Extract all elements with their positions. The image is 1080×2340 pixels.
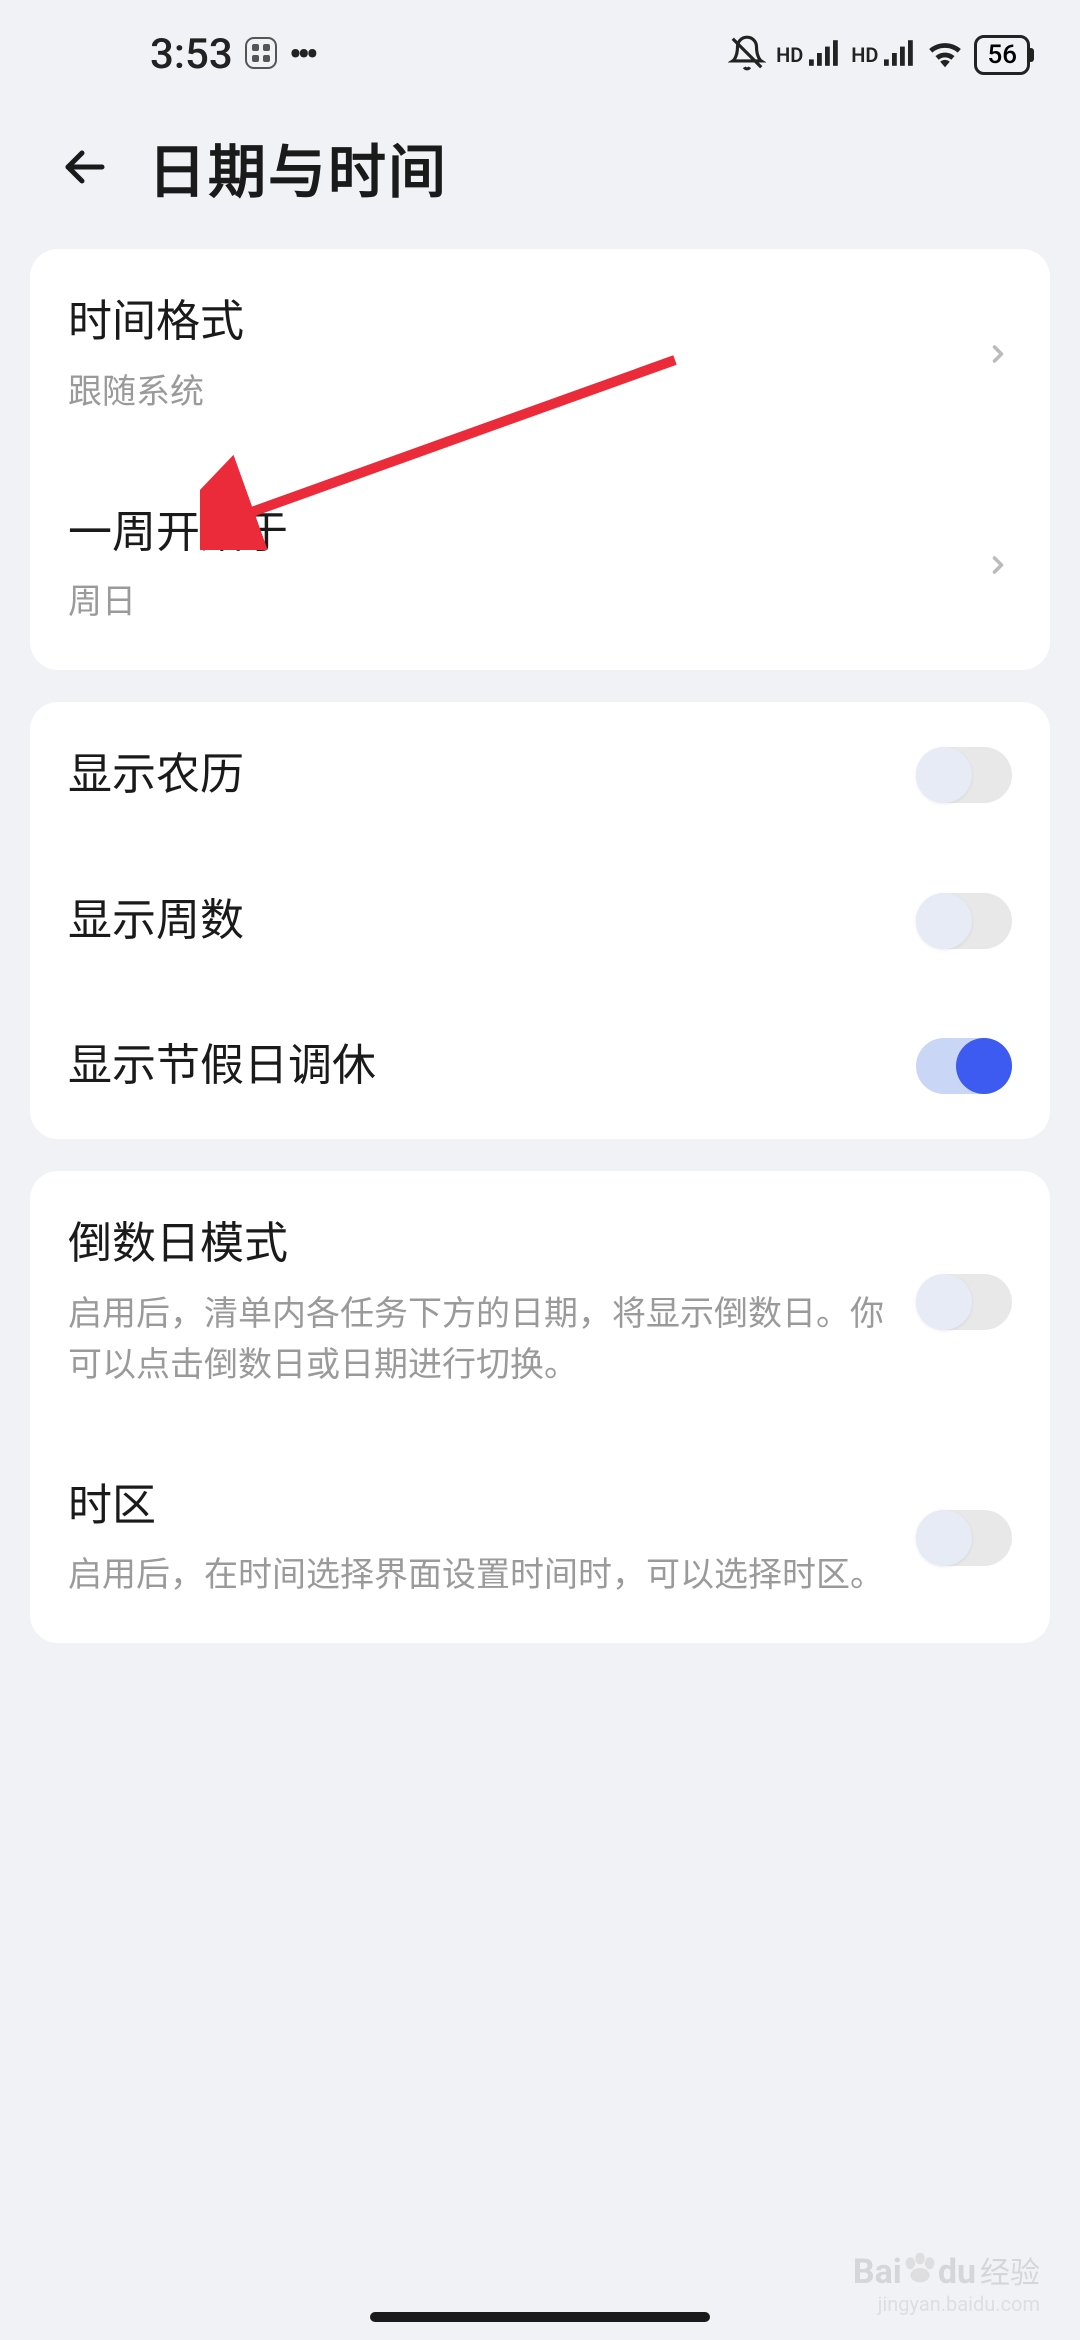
row-text: 显示农历 (68, 744, 916, 806)
row-title: 显示节假日调休 (68, 1035, 896, 1097)
toggle-timezone[interactable] (916, 1510, 1012, 1566)
settings-group-display: 显示农历 显示周数 显示节假日调休 (30, 702, 1050, 1139)
status-left: 3:53 ••• (50, 30, 314, 79)
toggle-show-lunar[interactable] (916, 747, 1012, 803)
signal-icon-1 (809, 39, 841, 71)
row-text: 时区 启用后，在时间选择界面设置时间时，可以选择时区。 (68, 1475, 916, 1602)
signal-icon-2 (884, 39, 916, 71)
row-text: 一周开始于 周日 (68, 502, 984, 629)
settings-group-advanced: 倒数日模式 启用后，清单内各任务下方的日期，将显示倒数日。你可以点击倒数日或日期… (30, 1171, 1050, 1643)
row-timezone[interactable]: 时区 启用后，在时间选择界面设置时间时，可以选择时区。 (68, 1433, 1012, 1644)
hd-indicator-2: HD (851, 43, 878, 67)
watermark-url: jingyan.baidu.com (878, 2292, 1040, 2316)
home-indicator[interactable] (370, 2312, 710, 2322)
watermark-cn: 经验 (980, 2248, 1040, 2292)
row-title: 时间格式 (68, 291, 964, 353)
row-text: 显示节假日调休 (68, 1035, 916, 1097)
status-app-icon (245, 37, 277, 73)
battery-indicator: 56 (974, 35, 1030, 75)
row-title: 显示农历 (68, 744, 896, 806)
row-title: 一周开始于 (68, 502, 964, 564)
status-bar: 3:53 ••• HD (0, 0, 1080, 95)
row-title: 显示周数 (68, 890, 896, 952)
page-header: 日期与时间 (0, 95, 1080, 249)
back-button[interactable] (60, 143, 108, 191)
row-show-holidays[interactable]: 显示节假日调休 (68, 993, 1012, 1139)
status-right: HD HD 56 (728, 34, 1030, 76)
row-subtitle: 启用后，在时间选择界面设置时间时，可以选择时区。 (68, 1550, 896, 1601)
row-text: 显示周数 (68, 890, 916, 952)
chevron-right-icon (984, 551, 1012, 579)
row-subtitle: 启用后，清单内各任务下方的日期，将显示倒数日。你可以点击倒数日或日期进行切换。 (68, 1289, 896, 1391)
row-show-week-number[interactable]: 显示周数 (68, 848, 1012, 994)
page-title: 日期与时间 (148, 125, 448, 209)
row-title: 时区 (68, 1475, 896, 1537)
row-show-lunar[interactable]: 显示农历 (68, 702, 1012, 848)
row-text: 时间格式 跟随系统 (68, 291, 984, 418)
row-subtitle: 跟随系统 (68, 367, 964, 418)
row-subtitle: 周日 (68, 577, 964, 628)
wifi-icon (926, 38, 964, 72)
toggle-countdown-mode[interactable] (916, 1274, 1012, 1330)
toggle-show-week-number[interactable] (916, 893, 1012, 949)
settings-group-formats: 时间格式 跟随系统 一周开始于 周日 (30, 249, 1050, 670)
chevron-right-icon (984, 340, 1012, 368)
watermark-brand: Baidu (853, 2252, 976, 2292)
watermark: Baidu 经验 jingyan.baidu.com (853, 2248, 1040, 2316)
alarm-off-icon (728, 34, 766, 76)
toggle-show-holidays[interactable] (916, 1038, 1012, 1094)
row-title: 倒数日模式 (68, 1213, 896, 1275)
settings-content: 时间格式 跟随系统 一周开始于 周日 显示农历 (0, 249, 1080, 1643)
status-time: 3:53 (150, 30, 233, 79)
row-week-start[interactable]: 一周开始于 周日 (68, 460, 1012, 671)
row-text: 倒数日模式 启用后，清单内各任务下方的日期，将显示倒数日。你可以点击倒数日或日期… (68, 1213, 916, 1391)
hd-indicator-1: HD (776, 43, 803, 67)
row-time-format[interactable]: 时间格式 跟随系统 (68, 249, 1012, 460)
row-countdown-mode[interactable]: 倒数日模式 启用后，清单内各任务下方的日期，将显示倒数日。你可以点击倒数日或日期… (68, 1171, 1012, 1433)
